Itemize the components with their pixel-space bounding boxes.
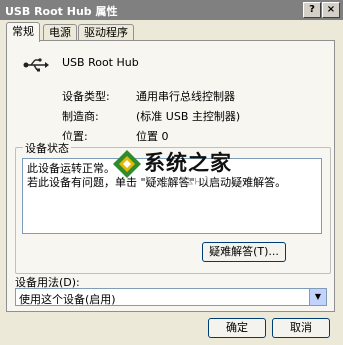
- status-line: 若此设备有问题，单击 "疑难解答" 以启动疑难解答。: [27, 176, 287, 189]
- window-title: USB Root Hub 属性: [5, 5, 118, 18]
- help-button[interactable]: ?: [303, 2, 321, 18]
- ok-button[interactable]: 确定: [208, 318, 266, 338]
- close-button[interactable]: ×: [322, 2, 340, 18]
- chevron-down-icon[interactable]: ▼: [309, 289, 326, 305]
- device-status-text[interactable]: 此设备运转正常。 若此设备有问题，单击 "疑难解答" 以启动疑难解答。: [22, 158, 322, 234]
- device-type-label: 设备类型:: [62, 90, 110, 103]
- manufacturer-value: (标准 USB 主控制器): [136, 110, 241, 123]
- device-usage-value: 使用这个设备(启用): [19, 293, 116, 306]
- general-panel: USB Root Hub 设备类型: 通用串行总线控制器 制造商: (标准 US…: [6, 40, 335, 312]
- device-status-title: 设备状态: [23, 140, 71, 156]
- tab-power[interactable]: 电源: [43, 24, 77, 41]
- location-value: 位置 0: [136, 130, 169, 143]
- usb-icon: [23, 58, 49, 72]
- tab-general[interactable]: 常规: [6, 22, 40, 42]
- tab-driver[interactable]: 驱动程序: [78, 24, 134, 41]
- device-name: USB Root Hub: [62, 56, 139, 69]
- troubleshoot-button[interactable]: 疑难解答(T)...: [202, 242, 286, 262]
- device-type-value: 通用串行总线控制器: [136, 90, 235, 103]
- cancel-button[interactable]: 取消: [272, 318, 330, 338]
- status-line: 此设备运转正常。: [27, 162, 115, 175]
- device-status-group: 设备状态 此设备运转正常。 若此设备有问题，单击 "疑难解答" 以启动疑难解答。…: [15, 140, 331, 274]
- device-usage-select[interactable]: 使用这个设备(启用) ▼: [15, 288, 327, 306]
- manufacturer-label: 制造商:: [62, 110, 99, 123]
- title-bar[interactable]: USB Root Hub 属性 ? ×: [0, 0, 343, 20]
